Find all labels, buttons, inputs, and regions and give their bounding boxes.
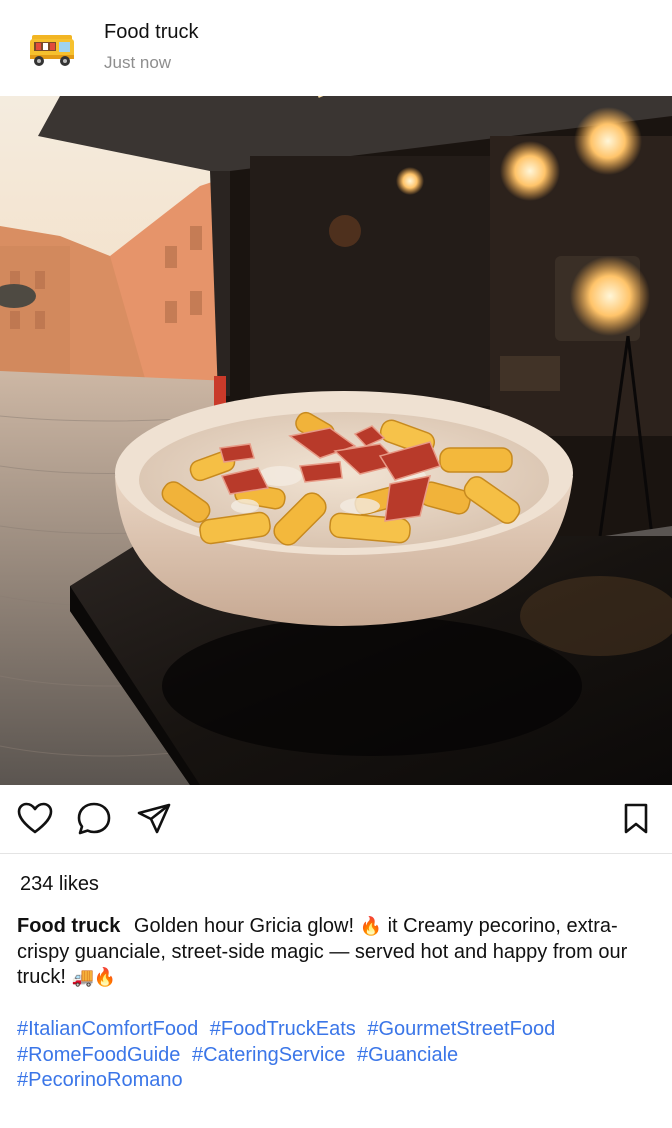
hashtag-link[interactable]: #RomeFoodGuide xyxy=(17,1044,180,1066)
hashtag-link[interactable]: #CateringService xyxy=(192,1044,345,1066)
bookmark-icon[interactable] xyxy=(616,799,656,839)
account-name[interactable]: Food truck xyxy=(104,21,198,44)
caption-text-1: Golden hour Gricia glow! xyxy=(133,915,355,937)
hashtag-link[interactable]: #GourmetStreetFood xyxy=(367,1018,555,1040)
fire-emoji-2: 🔥 xyxy=(93,967,117,988)
paper-plane-icon[interactable] xyxy=(134,799,174,839)
post-caption: Food truck Golden hour Gricia glow! 🔥 it… xyxy=(17,914,649,991)
caption-username[interactable]: Food truck xyxy=(17,915,120,937)
post-header: Food truck Just now xyxy=(0,0,672,96)
post-actions xyxy=(0,785,672,854)
food-truck-avatar[interactable] xyxy=(26,27,78,71)
hashtag-link[interactable]: #PecorinoRomano xyxy=(17,1069,183,1091)
hashtag-link[interactable]: #Guanciale xyxy=(357,1044,458,1066)
post-timestamp: Just now xyxy=(104,53,172,72)
hashtag-link[interactable]: #FoodTruckEats xyxy=(210,1018,356,1040)
fire-emoji: 🔥 xyxy=(359,916,382,937)
post-photo[interactable] xyxy=(0,96,672,785)
comment-bubble-icon[interactable] xyxy=(74,799,114,839)
hashtag-link[interactable]: #ItalianComfortFood xyxy=(17,1018,198,1040)
like-count[interactable]: 234 likes xyxy=(20,873,99,896)
truck-emoji: 🚚 xyxy=(71,967,94,988)
hashtag-list: #ItalianComfortFood #FoodTruckEats #Gour… xyxy=(17,1017,657,1094)
heart-icon[interactable] xyxy=(15,799,55,839)
